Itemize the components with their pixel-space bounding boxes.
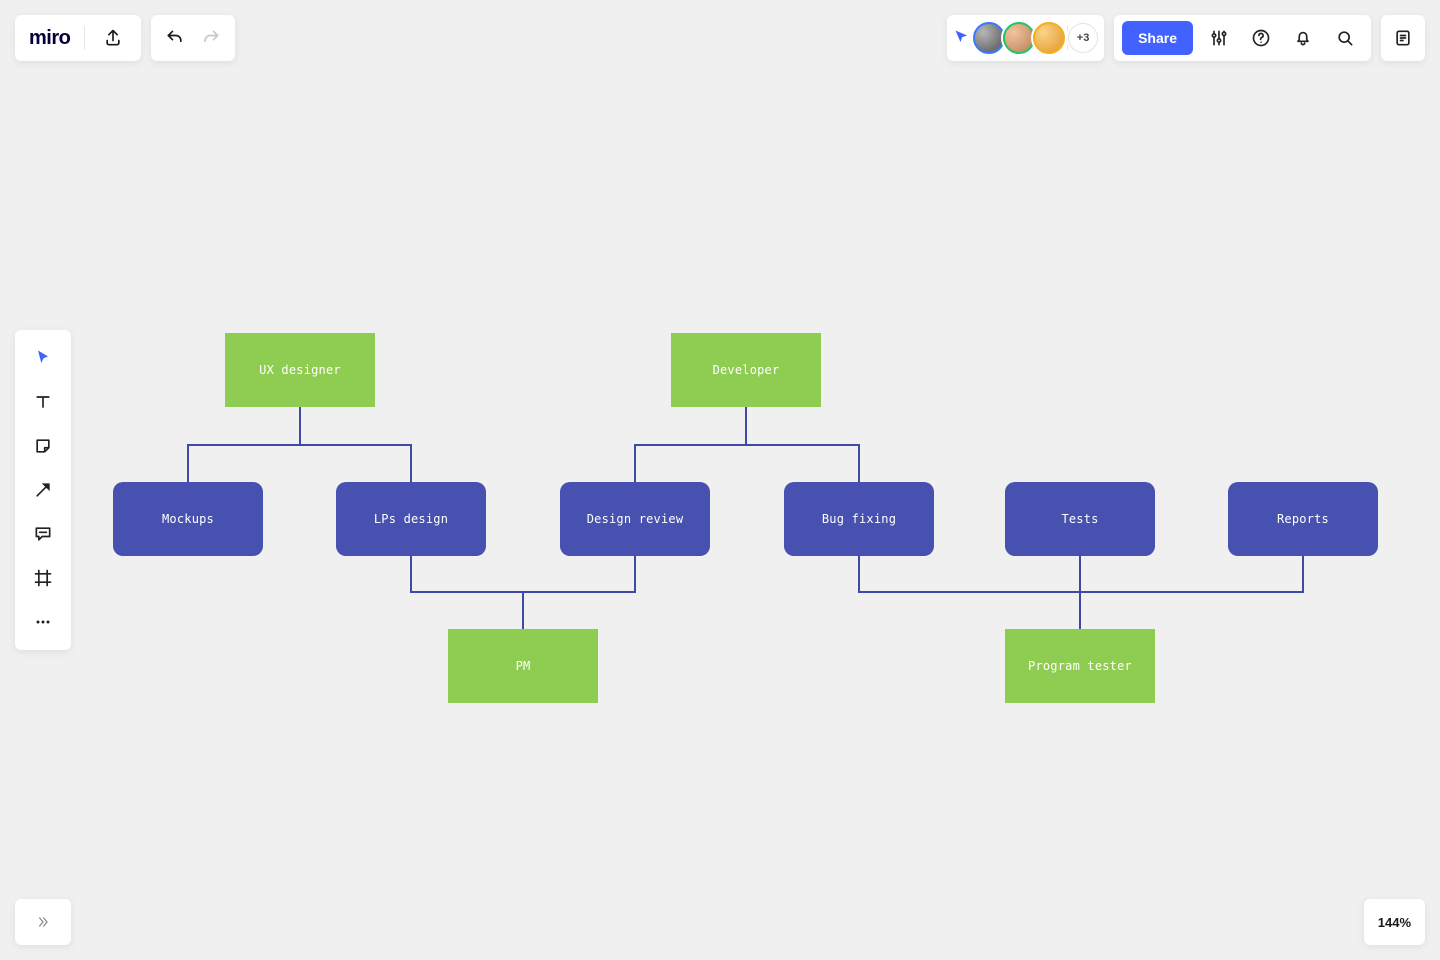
connector-layer xyxy=(0,0,1440,960)
connector xyxy=(411,556,523,629)
task-node-tests[interactable]: Tests xyxy=(1005,482,1155,556)
role-node-ux[interactable]: UX designer xyxy=(225,333,375,407)
task-node-mockups[interactable]: Mockups xyxy=(113,482,263,556)
task-node-reports[interactable]: Reports xyxy=(1228,482,1378,556)
role-node-dev[interactable]: Developer xyxy=(671,333,821,407)
task-node-lps[interactable]: LPs design xyxy=(336,482,486,556)
role-node-pm[interactable]: PM xyxy=(448,629,598,703)
task-node-bugfix[interactable]: Bug fixing xyxy=(784,482,934,556)
connector xyxy=(635,407,746,482)
connector xyxy=(859,556,1080,629)
canvas[interactable]: UX designer Developer PM Program tester Mock… xyxy=(0,0,1440,960)
role-node-tester[interactable]: Program tester xyxy=(1005,629,1155,703)
connector xyxy=(523,556,635,629)
task-node-designreview[interactable]: Design review xyxy=(560,482,710,556)
connector xyxy=(300,407,411,482)
connector xyxy=(188,407,300,482)
connector xyxy=(746,407,859,482)
connector xyxy=(1080,556,1303,629)
